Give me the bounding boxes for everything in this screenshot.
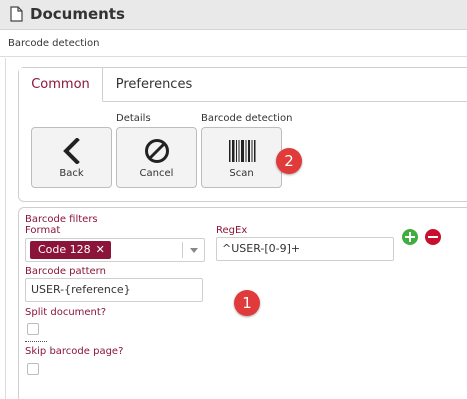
add-filter-button[interactable] <box>402 229 418 245</box>
format-label: Format <box>25 225 61 236</box>
select-separator <box>182 242 183 258</box>
format-chip: Code 128 ✕ <box>30 241 111 259</box>
cancel-icon <box>144 139 169 163</box>
scan-button-label: Scan <box>229 168 254 179</box>
focus-divider <box>25 341 47 342</box>
regex-label: RegEx <box>216 225 248 236</box>
callout-badge-1: 1 <box>234 290 260 316</box>
chip-remove-icon[interactable]: ✕ <box>96 243 105 256</box>
chevron-left-icon <box>62 138 80 164</box>
document-icon <box>10 6 23 22</box>
split-document-checkbox[interactable] <box>27 323 39 335</box>
skip-barcode-page-checkbox[interactable] <box>27 363 39 375</box>
chevron-down-icon[interactable] <box>190 248 198 253</box>
app-title: Documents <box>30 5 125 23</box>
skip-barcode-page-label: Skip barcode page? <box>25 346 124 357</box>
back-button-label: Back <box>59 168 84 179</box>
cancel-button[interactable]: Cancel <box>116 127 197 188</box>
barcode-filters-title: Barcode filters <box>25 214 98 225</box>
tab-common[interactable]: Common <box>19 68 103 102</box>
remove-filter-button[interactable] <box>425 229 441 245</box>
panel-header: Barcode detection <box>0 31 467 57</box>
panel-title: Barcode detection <box>8 38 100 49</box>
minus-icon <box>428 236 438 238</box>
format-chip-label: Code 128 <box>38 243 91 256</box>
details-group-label: Details <box>116 113 151 124</box>
back-button[interactable]: Back <box>31 127 112 188</box>
callout-badge-2: 2 <box>276 148 302 174</box>
split-document-label: Split document? <box>25 307 107 318</box>
plus-icon-vertical <box>409 232 411 242</box>
format-select[interactable]: Code 128 ✕ <box>25 238 205 262</box>
barcode-icon <box>228 140 255 162</box>
barcode-pattern-label: Barcode pattern <box>25 266 106 277</box>
barcode-detection-group-label: Barcode detection <box>201 113 293 124</box>
app-header: Documents <box>0 0 467 30</box>
regex-input[interactable]: ^USER-[0-9]+ <box>216 237 394 261</box>
tab-preferences[interactable]: Preferences <box>104 68 204 102</box>
cancel-button-label: Cancel <box>139 168 174 179</box>
barcode-pattern-input[interactable]: USER-{reference} <box>25 278 203 302</box>
scan-button[interactable]: Scan <box>201 127 282 188</box>
